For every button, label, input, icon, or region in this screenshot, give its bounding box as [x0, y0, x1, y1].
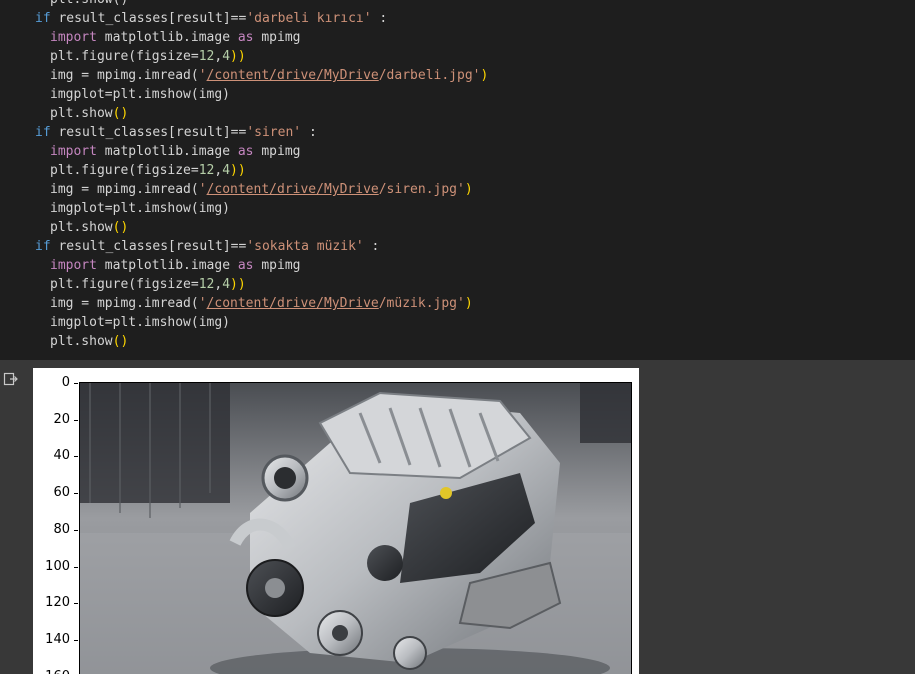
code-line-import: import matplotlib.image as mpimg [50, 30, 301, 45]
y-tick [74, 566, 78, 568]
output-icon[interactable] [3, 372, 19, 386]
code-line-if: if result_classes[result]=='sokakta müzi… [35, 239, 380, 254]
y-tick-label: 20 [53, 411, 70, 427]
code-line-figure: plt.figure(figsize=12,4)) [50, 277, 246, 292]
image-plot: 0 20 40 60 80 100 120 140 160 [33, 368, 639, 674]
y-tick [74, 456, 78, 458]
code-line-imshow: imgplot=plt.imshow(img) [50, 87, 231, 102]
y-tick-label: 80 [53, 521, 70, 537]
code-line-if: if result_classes[result]=='siren' : [35, 125, 317, 140]
y-tick-label: 120 [45, 595, 70, 611]
code-line-import: import matplotlib.image as mpimg [50, 258, 301, 273]
y-tick-label: 0 [61, 375, 70, 390]
code-line-if: if result_classes[result]=='darbeli kırı… [35, 11, 388, 26]
y-tick [74, 383, 78, 384]
y-tick [74, 493, 78, 495]
y-tick [74, 639, 78, 641]
y-tick [74, 529, 78, 531]
code-line-show: plt.show() [50, 106, 129, 121]
code-line-figure: plt.figure(figsize=12,4)) [50, 163, 246, 178]
code-line-imshow: imgplot=plt.imshow(img) [50, 201, 231, 216]
y-tick [74, 419, 78, 421]
engine-photo [80, 383, 631, 674]
y-tick-label: 140 [45, 631, 70, 647]
y-tick-label: 160 [33, 669, 70, 674]
code-line-imread: img = mpimg.imread('/content/drive/MyDri… [50, 68, 489, 83]
code-line-figure: plt.figure(figsize=12,4)) [50, 49, 246, 64]
engine-image [79, 382, 632, 674]
y-tick-label: 40 [53, 448, 70, 464]
code-cell[interactable]: plt.show() if result_classes[result]=='da… [0, 0, 915, 360]
code-line-imread: img = mpimg.imread('/content/drive/MyDri… [50, 296, 473, 311]
y-tick-label: 100 [45, 558, 70, 574]
code-line-show: plt.show() [50, 220, 129, 235]
code-line-import: import matplotlib.image as mpimg [50, 144, 301, 159]
code-line-show: plt.show() [50, 334, 129, 349]
code-line-show: plt.show() [50, 0, 128, 9]
code-line-imshow: imgplot=plt.imshow(img) [50, 315, 231, 330]
y-tick-label: 60 [53, 485, 70, 501]
y-tick [74, 603, 78, 605]
code-line-imread: img = mpimg.imread('/content/drive/MyDri… [50, 182, 473, 197]
